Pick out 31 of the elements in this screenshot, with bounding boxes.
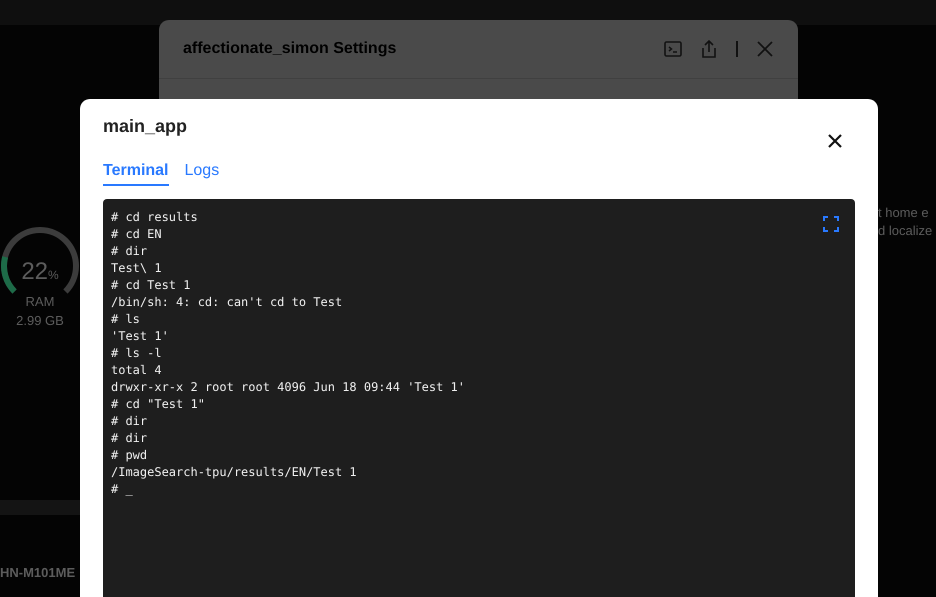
tab[interactable]: Terminal (103, 162, 168, 186)
fullscreen-icon[interactable] (823, 216, 839, 232)
tab[interactable]: Logs (184, 162, 220, 186)
terminal-line: # cd results (111, 209, 198, 226)
share-icon[interactable] (700, 40, 718, 58)
gauge-label: RAM (26, 294, 54, 309)
terminal-line: # pwd (111, 447, 148, 464)
close-button[interactable] (826, 132, 844, 150)
dialog-title: main_app (103, 116, 188, 137)
terminal-line: # dir (111, 430, 148, 447)
terminal-line: /bin/sh: 4: cd: can't cd to Test (111, 294, 342, 311)
terminal-icon[interactable] (664, 40, 682, 58)
terminal-line: total 4 (111, 362, 162, 379)
terminal-line: # dir (111, 413, 148, 430)
terminal-line: /ImageSearch-tpu/results/EN/Test 1 (111, 464, 357, 481)
terminal-line: # cd Test 1 (111, 277, 190, 294)
gauge-value: 22% (21, 258, 59, 286)
terminal-line: # _ (111, 481, 133, 498)
terminal-line: Test\ 1 (111, 260, 162, 277)
terminal-line: # dir (111, 243, 148, 260)
terminal-line: # cd EN (111, 226, 162, 243)
dialog-title: affectionate_simon Settings (183, 40, 398, 58)
description-text: t home e d localize (878, 204, 932, 240)
terminal-line: # ls (111, 311, 140, 328)
terminal-line: # cd "Test 1" (111, 396, 205, 413)
terminal-line: drwxr-xr-x 2 root root 4096 Jun 18 09:44 'Test 1' (111, 379, 466, 396)
gauge-amount: 2.99 GB (16, 313, 64, 328)
close-icon[interactable] (756, 40, 774, 58)
device-name: HN-M101ME (0, 565, 76, 580)
terminal-line: # ls -l (111, 345, 162, 362)
terminal-line: 'Test 1' (111, 328, 169, 345)
